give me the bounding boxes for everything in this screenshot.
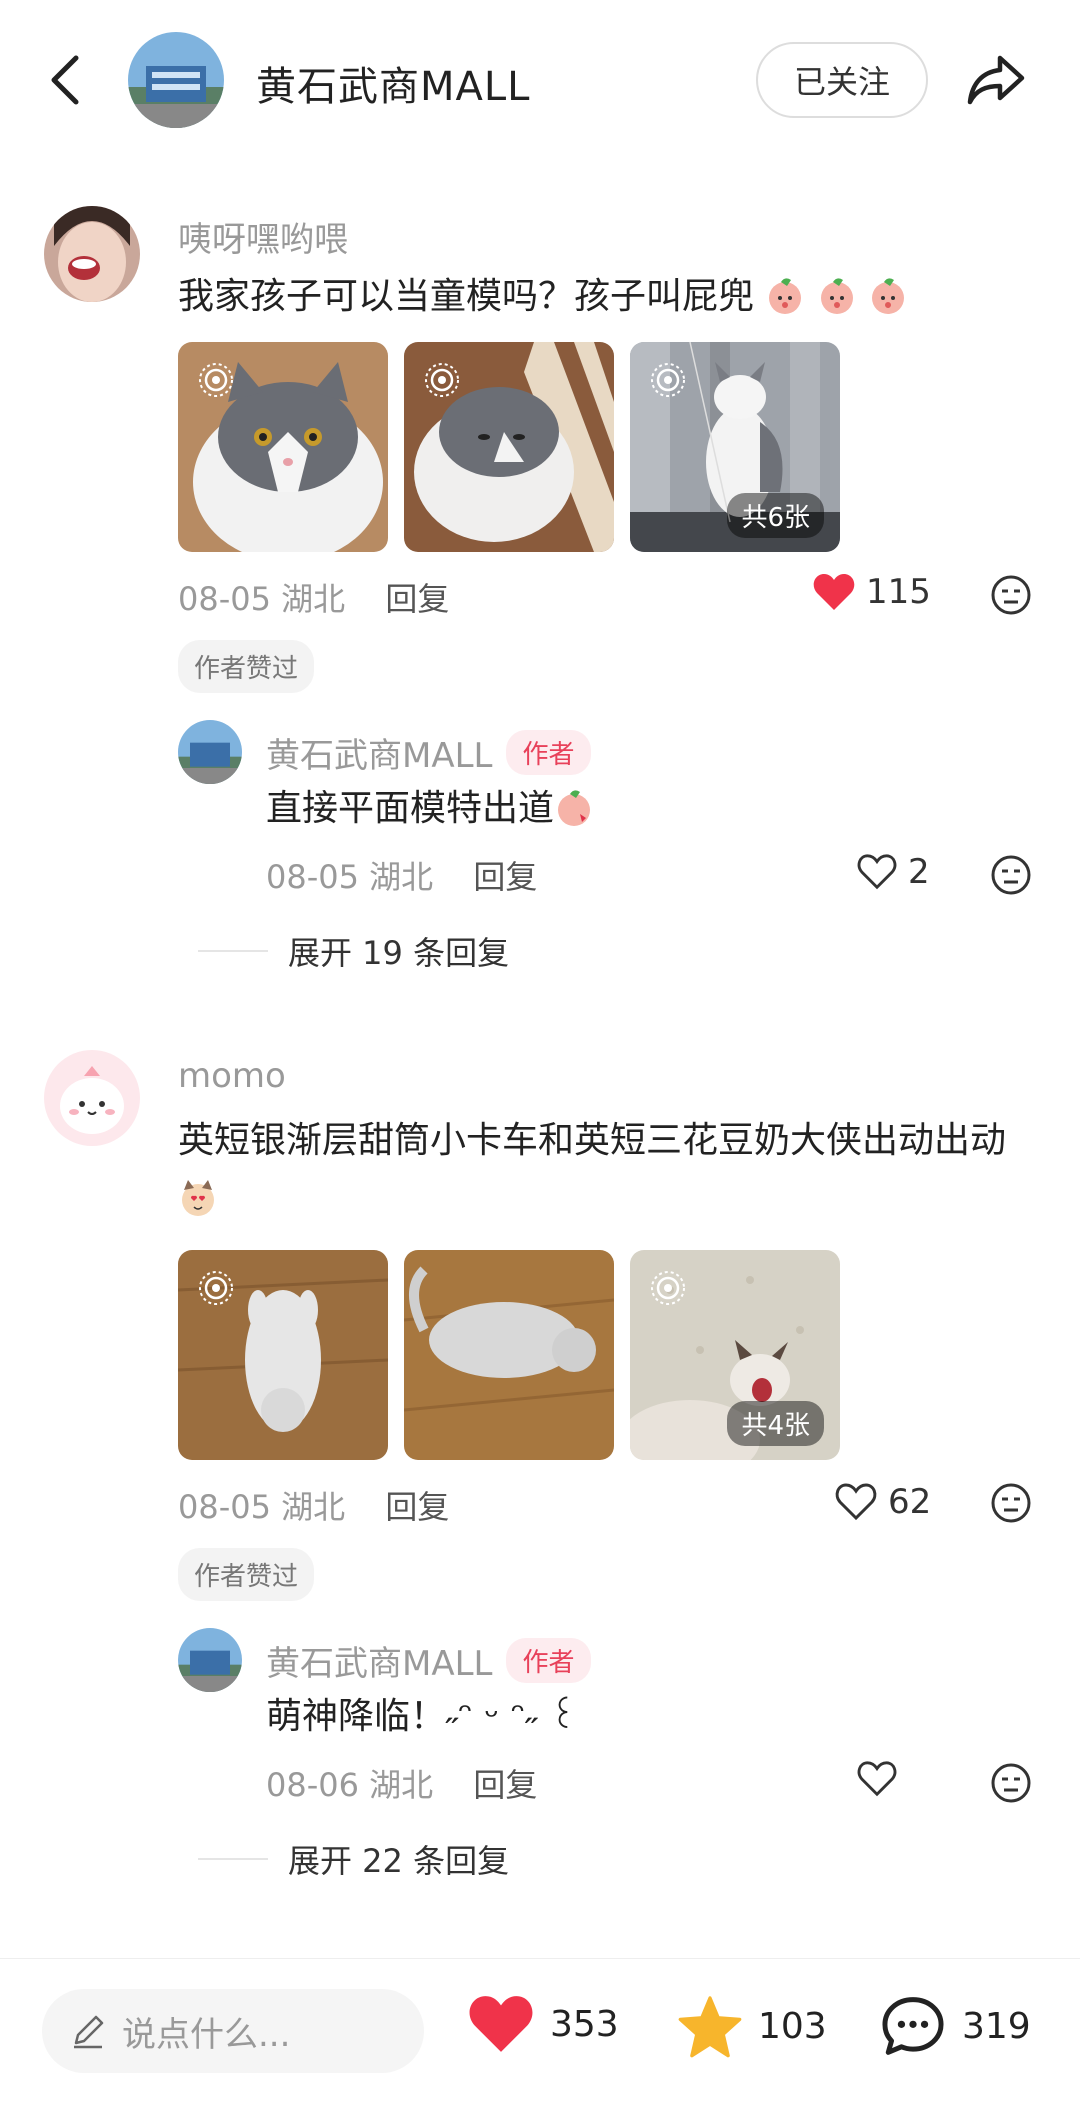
live-photo-icon (425, 363, 459, 397)
pencil-icon (74, 2015, 104, 2049)
reply-button[interactable]: 回复 (385, 1488, 449, 1526)
top-bar: 黄石武商MALL 已关注 (0, 0, 1080, 160)
comment-location: 湖北 (281, 1488, 346, 1526)
comment-images: 共6张 (178, 342, 840, 552)
divider-line (198, 950, 268, 952)
comment-image[interactable] (404, 1250, 614, 1460)
comment-image[interactable]: 共4张 (630, 1250, 840, 1460)
dislike-face-icon[interactable] (990, 574, 1032, 616)
expand-replies-button[interactable]: 展开 22 条回复 (198, 1836, 509, 1882)
share-arrow-icon[interactable] (964, 50, 1028, 110)
user-avatar[interactable] (44, 1050, 140, 1146)
reply-text: 萌神降临！˶ᵔ ᵕ ᵔ˶ ꒰ (266, 1696, 578, 1737)
reply-button[interactable]: 回复 (473, 1766, 537, 1804)
reply-username[interactable]: 黄石武商MALL 作者 (266, 1636, 591, 1685)
reply-text-content: 直接平面模特出道 (266, 788, 555, 829)
reply-username-text: 黄石武商MALL (266, 1644, 493, 1684)
comment-meta: 08-05 湖北 回复 (178, 574, 449, 620)
heart-outline-icon (835, 1483, 877, 1521)
comment-text-content: 我家孩子可以当童模吗？孩子叫屁兜 (178, 276, 755, 317)
reply-meta: 08-06 湖北 回复 (266, 1760, 537, 1806)
image-count-badge: 共4张 (727, 1401, 824, 1446)
expand-replies-button[interactable]: 展开 19 条回复 (198, 928, 509, 974)
heart-filled-icon (469, 1996, 533, 2052)
comment-date: 08-05 (178, 580, 271, 618)
peach-kiss-emoji-icon (558, 790, 591, 826)
author-tag: 作者 (506, 730, 591, 775)
reply-avatar[interactable] (178, 1628, 242, 1692)
reply-like-count: 2 (908, 852, 930, 892)
reply-username-text: 黄石武商MALL (266, 736, 493, 776)
reply-username[interactable]: 黄石武商MALL 作者 (266, 728, 591, 777)
heart-filled-icon (813, 574, 855, 610)
bottom-action-bar: 说点什么... 353 103 319 (0, 1958, 1080, 2101)
like-button[interactable]: 62 (834, 1482, 931, 1522)
comment-date: 08-05 (178, 1488, 271, 1526)
like-count: 115 (866, 572, 931, 612)
comment-text-content: 英短银渐层甜筒小卡车和英短三花豆奶大侠出动出动 (178, 1120, 1007, 1161)
dislike-face-icon[interactable] (990, 1482, 1032, 1524)
author-liked-badge: 作者赞过 (178, 640, 315, 693)
reply-meta: 08-05 湖北 回复 (266, 852, 537, 898)
comment-bubble-icon (882, 1997, 944, 2055)
post-like-count: 353 (550, 2003, 619, 2045)
comment-meta: 08-05 湖北 回复 (178, 1482, 449, 1528)
author-liked-badge: 作者赞过 (178, 1548, 315, 1601)
comment-image[interactable] (178, 1250, 388, 1460)
post-comment-button[interactable]: 319 (878, 1993, 1031, 2059)
comment-images: 共4张 (178, 1250, 840, 1460)
comment-image[interactable]: 共6张 (630, 342, 840, 552)
author-tag: 作者 (506, 1638, 591, 1683)
reply-location: 湖北 (369, 858, 434, 896)
comment-username[interactable]: 咦呀嘿哟喂 (178, 212, 348, 261)
comment-image[interactable] (404, 342, 614, 552)
divider-line (198, 1858, 268, 1860)
comment-input-placeholder: 说点什么... (122, 2014, 291, 2055)
page-title: 黄石武商MALL (256, 64, 531, 110)
comment-input[interactable]: 说点什么... (42, 1989, 424, 2073)
reply-button[interactable]: 回复 (385, 580, 449, 618)
user-avatar[interactable] (44, 206, 140, 302)
comment-text: 我家孩子可以当童模吗？孩子叫屁兜 (178, 268, 908, 326)
live-photo-icon (199, 363, 233, 397)
expand-replies-label: 展开 19 条回复 (288, 934, 510, 972)
comment-username[interactable]: momo (178, 1056, 286, 1096)
chevron-left-icon[interactable] (44, 52, 88, 108)
like-count: 62 (888, 1482, 932, 1522)
expand-replies-label: 展开 22 条回复 (288, 1842, 510, 1880)
dislike-face-icon[interactable] (990, 854, 1032, 896)
follow-button[interactable]: 已关注 (756, 42, 928, 118)
star-filled-icon (678, 1996, 742, 2058)
reply-date: 08-05 (266, 858, 359, 896)
heart-outline-icon (857, 854, 897, 890)
reply-text: 直接平面模特出道 (266, 780, 594, 838)
live-photo-icon (651, 363, 685, 397)
post-collect-button[interactable]: 103 (676, 1993, 827, 2059)
reply-location: 湖北 (369, 1766, 434, 1804)
post-collect-count: 103 (758, 2005, 827, 2047)
account-avatar[interactable] (128, 32, 224, 128)
reply-like-button[interactable]: 2 (856, 852, 930, 892)
comment-text: 英短银渐层甜筒小卡车和英短三花豆奶大侠出动出动 (178, 1112, 1038, 1228)
reply-date: 08-06 (266, 1766, 359, 1804)
reply-avatar[interactable] (178, 720, 242, 784)
heart-eyes-cat-emoji-icon (182, 1180, 214, 1216)
comment-image[interactable] (178, 342, 388, 552)
live-photo-icon (651, 1271, 685, 1305)
heart-outline-icon (857, 1761, 897, 1797)
post-comment-count: 319 (962, 2005, 1031, 2047)
image-count-badge: 共6张 (727, 493, 824, 538)
post-like-button[interactable]: 353 (466, 1993, 619, 2055)
like-button[interactable]: 115 (812, 572, 931, 612)
comment-location: 湖北 (281, 580, 346, 618)
dislike-face-icon[interactable] (990, 1762, 1032, 1804)
peach-emoji-icon (754, 276, 908, 317)
reply-like-button[interactable] (856, 1760, 908, 1798)
live-photo-icon (199, 1271, 233, 1305)
reply-button[interactable]: 回复 (473, 858, 537, 896)
